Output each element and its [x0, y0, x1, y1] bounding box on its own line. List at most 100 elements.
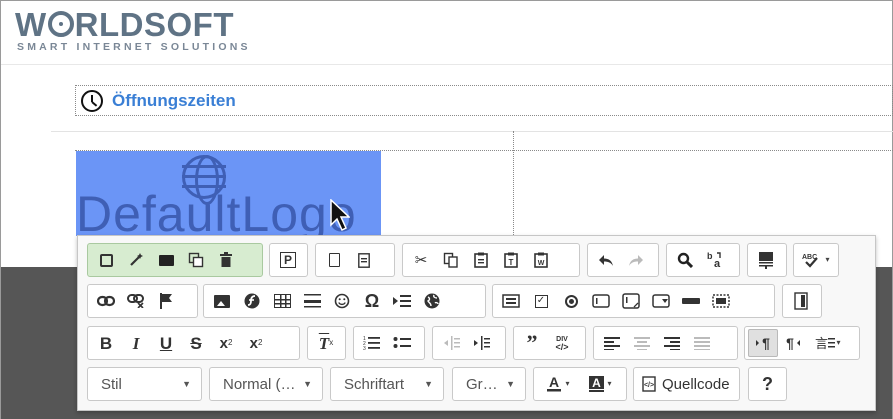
document-icon[interactable] — [349, 246, 379, 274]
language-icon[interactable]: 言 ▾ — [808, 329, 848, 357]
forms-group: ✓ — [492, 284, 775, 318]
button-field-icon[interactable] — [676, 287, 706, 315]
hidden-field-icon[interactable] — [706, 287, 736, 315]
link-group — [87, 284, 198, 318]
undo-redo-group — [587, 243, 659, 277]
font-size-dropdown[interactable]: Gr… ▼ — [452, 367, 526, 401]
underline-icon[interactable]: U — [151, 329, 181, 357]
replace-icon[interactable]: ba — [700, 246, 730, 274]
paragraph-p-icon[interactable]: P — [273, 246, 303, 274]
section-title: Öffnungszeiten — [112, 91, 236, 110]
remove-format-group: Tx — [307, 326, 346, 360]
brand-right: RLDSOFT — [74, 6, 234, 43]
align-right-icon[interactable] — [657, 329, 687, 357]
chevron-down-icon: ▼ — [303, 379, 312, 389]
checkbox-icon[interactable]: ✓ — [526, 287, 556, 315]
clipboard-group: ✂ T W — [402, 243, 580, 277]
create-div-icon[interactable]: DIV </> — [547, 329, 577, 357]
unlink-icon[interactable] — [121, 287, 151, 315]
select-field-icon[interactable] — [646, 287, 676, 315]
italic-icon[interactable]: I — [121, 329, 151, 357]
text-color-icon[interactable]: A ▾ — [537, 370, 579, 398]
anchor-flag-icon[interactable] — [151, 287, 181, 315]
indent-icon[interactable] — [466, 329, 496, 357]
svg-text:言: 言 — [815, 337, 828, 351]
textarea-icon[interactable] — [616, 287, 646, 315]
select-all-icon[interactable] — [751, 246, 781, 274]
help-label: ? — [762, 373, 773, 394]
text-direction-ltr-icon[interactable]: ¶ — [748, 329, 778, 357]
font-dropdown[interactable]: Schriftart ▼ — [330, 367, 444, 401]
superscript-icon[interactable]: x2 — [241, 329, 271, 357]
align-justify-icon[interactable] — [687, 329, 717, 357]
image-icon[interactable] — [207, 287, 237, 315]
page-break-icon[interactable] — [387, 287, 417, 315]
font-dropdown-value: Schriftart — [344, 375, 405, 393]
svg-text:T: T — [509, 258, 514, 267]
help-button[interactable]: ? — [748, 367, 787, 401]
svg-text:A: A — [593, 376, 602, 390]
horizontal-rule-icon[interactable] — [297, 287, 327, 315]
svg-text:</>: </> — [555, 342, 568, 352]
iframe-globe-icon[interactable] — [417, 287, 447, 315]
svg-text:¶: ¶ — [762, 336, 770, 350]
svg-text:A: A — [549, 376, 559, 390]
outdent-icon[interactable] — [436, 329, 466, 357]
align-left-icon[interactable] — [597, 329, 627, 357]
strikethrough-icon[interactable]: S — [181, 329, 211, 357]
styles-dropdown[interactable]: Stil ▼ — [87, 367, 202, 401]
smiley-icon[interactable] — [327, 287, 357, 315]
paste-word-icon[interactable]: W — [526, 246, 556, 274]
colors-group: A ▾ A ▾ — [533, 367, 627, 401]
brand-wordmark: W RLDSOFT — [15, 7, 251, 43]
align-group — [593, 326, 738, 360]
background-color-icon[interactable]: A ▾ — [579, 370, 621, 398]
mouse-cursor-icon — [330, 199, 350, 232]
brand-tagline: SMART INTERNET SOLUTIONS — [17, 41, 251, 53]
source-code-button[interactable]: </> Quellcode — [633, 367, 740, 401]
svg-text:3: 3 — [363, 346, 366, 351]
subscript-icon[interactable]: x2 — [211, 329, 241, 357]
opening-hours-block[interactable]: Öffnungszeiten — [75, 85, 893, 116]
align-center-icon[interactable] — [627, 329, 657, 357]
trash-icon[interactable] — [211, 246, 241, 274]
spellcheck-icon[interactable]: ABC ▾ — [797, 246, 835, 274]
radio-icon[interactable] — [556, 287, 586, 315]
new-page-icon[interactable] — [319, 246, 349, 274]
paste-text-icon[interactable]: T — [496, 246, 526, 274]
special-char-omega-icon[interactable]: Ω — [357, 287, 387, 315]
undo-icon[interactable] — [591, 246, 621, 274]
numbered-list-icon[interactable]: 123 — [357, 329, 387, 357]
blockquote-icon[interactable]: ” — [517, 329, 547, 357]
flash-icon[interactable] — [237, 287, 267, 315]
paste-icon[interactable] — [466, 246, 496, 274]
redo-icon[interactable] — [621, 246, 651, 274]
basic-styles-group: B I U S x2 x2 — [87, 326, 300, 360]
svg-text:b: b — [707, 251, 713, 261]
templates-icon[interactable] — [181, 246, 211, 274]
cut-icon[interactable]: ✂ — [406, 246, 436, 274]
format-dropdown[interactable]: Normal (… ▼ — [209, 367, 323, 401]
magic-wand-icon[interactable] — [121, 246, 151, 274]
bold-icon[interactable]: B — [91, 329, 121, 357]
link-icon[interactable] — [91, 287, 121, 315]
search-icon[interactable] — [670, 246, 700, 274]
open-folder-icon[interactable] — [151, 246, 181, 274]
brand-globe-o — [47, 11, 74, 37]
copy-icon[interactable] — [436, 246, 466, 274]
showblocks-group — [782, 284, 822, 318]
save-icon[interactable] — [91, 246, 121, 274]
text-direction-rtl-icon[interactable]: ¶ — [778, 329, 808, 357]
brand-left: W — [15, 6, 47, 43]
worldsoft-logo[interactable]: W RLDSOFT SMART INTERNET SOLUTIONS — [15, 7, 251, 54]
show-blocks-icon[interactable] — [786, 287, 816, 315]
svg-text:a: a — [714, 258, 721, 269]
preview-group: P — [269, 243, 308, 277]
font-size-dropdown-value: Gr… — [466, 375, 498, 393]
text-field-icon[interactable] — [586, 287, 616, 315]
chevron-down-icon: ▼ — [424, 379, 433, 389]
bulleted-list-icon[interactable] — [387, 329, 417, 357]
form-icon[interactable] — [496, 287, 526, 315]
table-icon[interactable] — [267, 287, 297, 315]
remove-format-icon[interactable]: Tx — [311, 329, 341, 357]
